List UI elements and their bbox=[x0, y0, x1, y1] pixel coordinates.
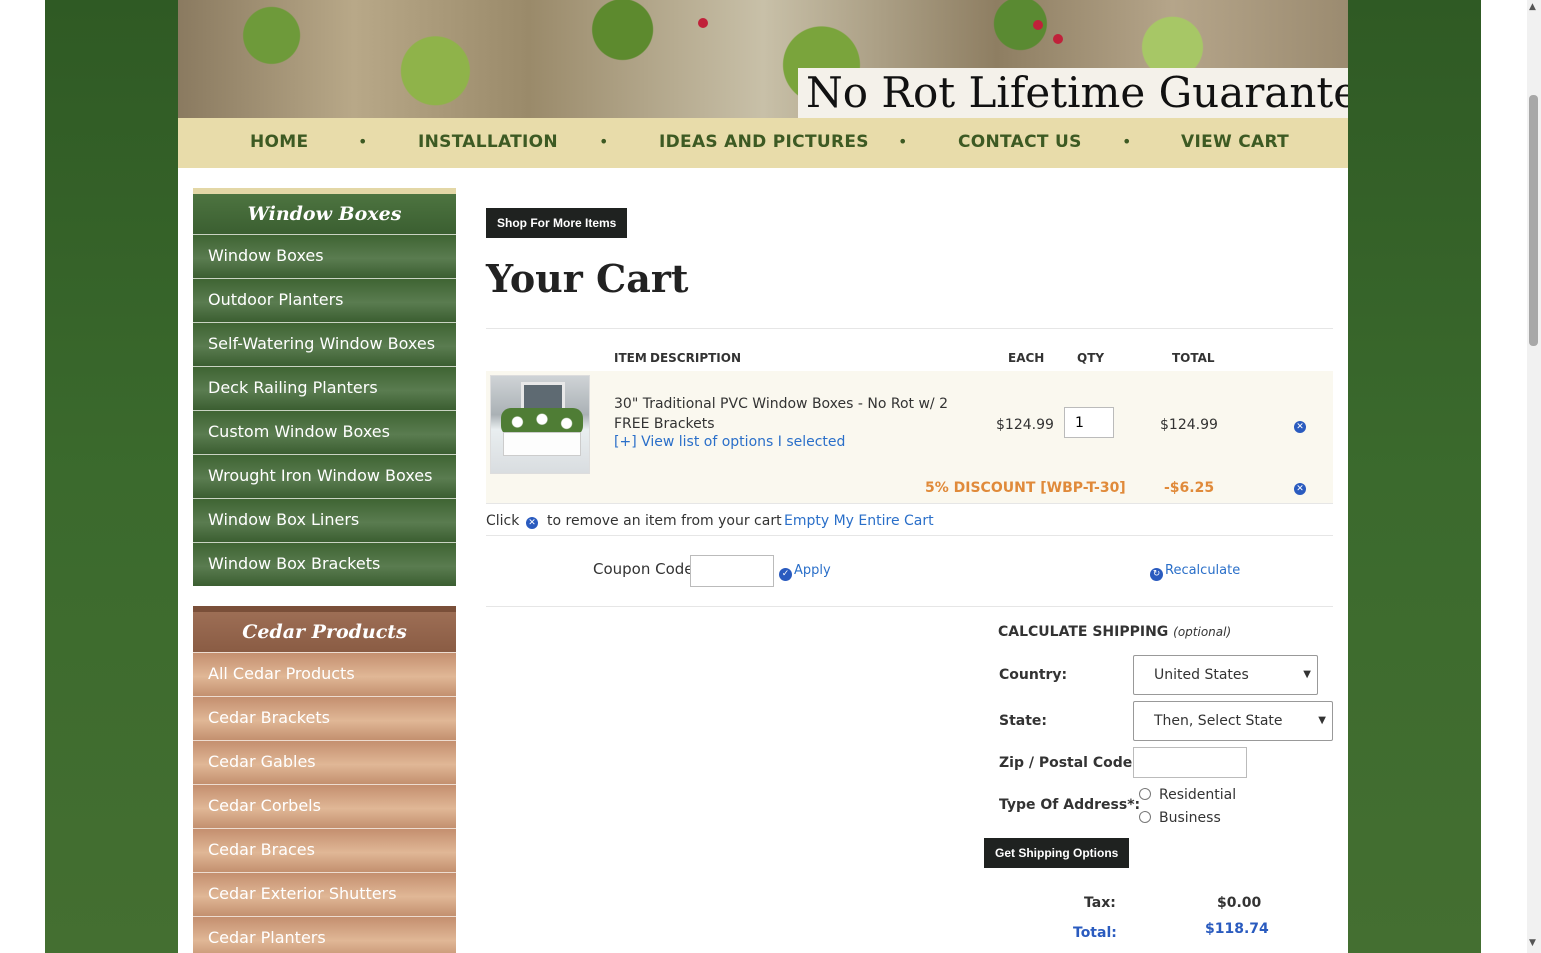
top-navigation: HOME • INSTALLATION • IDEAS AND PICTURES… bbox=[178, 118, 1348, 168]
flower-decoration bbox=[698, 18, 708, 28]
column-header-qty: QTY bbox=[1077, 351, 1105, 365]
chevron-down-icon: ▼ bbox=[1303, 669, 1311, 680]
remove-note-suffix: to remove an item from your cart bbox=[547, 513, 782, 529]
radio-button[interactable] bbox=[1139, 788, 1151, 800]
radio-business-label: Business bbox=[1159, 810, 1221, 826]
divider bbox=[486, 535, 1333, 536]
remove-note-prefix: Click bbox=[486, 513, 520, 529]
sidebar-item-cedar-gables[interactable]: Cedar Gables bbox=[193, 740, 456, 784]
total-value: $118.74 bbox=[1205, 921, 1269, 937]
radio-residential-label: Residential bbox=[1159, 787, 1237, 803]
nav-separator: • bbox=[599, 132, 609, 151]
sidebar-item-deck-railing[interactable]: Deck Railing Planters bbox=[193, 366, 456, 410]
quantity-input[interactable] bbox=[1064, 407, 1114, 438]
sidebar-item-self-watering[interactable]: Self-Watering Window Boxes bbox=[193, 322, 456, 366]
column-header-item: ITEM bbox=[614, 351, 647, 365]
sidebar-item-cedar-brackets[interactable]: Cedar Brackets bbox=[193, 696, 456, 740]
divider bbox=[486, 328, 1333, 329]
get-shipping-options-button[interactable]: Get Shipping Options bbox=[984, 838, 1130, 868]
nav-ideas-and-pictures[interactable]: IDEAS AND PICTURES bbox=[659, 132, 869, 152]
nav-separator: • bbox=[898, 132, 908, 151]
column-header-description: DESCRIPTION bbox=[650, 351, 742, 365]
sidebar-item-liners[interactable]: Window Box Liners bbox=[193, 498, 456, 542]
discount-amount: -$6.25 bbox=[1164, 480, 1215, 496]
remove-discount-icon[interactable]: ✕ bbox=[1294, 483, 1306, 495]
zip-input[interactable] bbox=[1133, 747, 1247, 778]
discount-label: 5% DISCOUNT [WBP-T-30] bbox=[925, 480, 1126, 496]
sidebar-item-cedar-shutters[interactable]: Cedar Exterior Shutters bbox=[193, 872, 456, 916]
shop-more-button[interactable]: Shop For More Items bbox=[486, 208, 628, 238]
sidebar-item-cedar-braces[interactable]: Cedar Braces bbox=[193, 828, 456, 872]
page-background-right bbox=[1348, 0, 1481, 953]
item-total-price: $124.99 bbox=[1160, 417, 1218, 433]
radio-business[interactable]: Business bbox=[1139, 810, 1221, 826]
product-thumbnail[interactable] bbox=[490, 375, 590, 474]
sidebar-item-cedar-corbels[interactable]: Cedar Corbels bbox=[193, 784, 456, 828]
shipping-title: CALCULATE SHIPPING (optional) bbox=[998, 624, 1231, 640]
recalculate-button[interactable]: ↻ Recalculate bbox=[1150, 563, 1240, 581]
sidebar-item-all-cedar[interactable]: All Cedar Products bbox=[193, 652, 456, 696]
nav-view-cart[interactable]: VIEW CART bbox=[1181, 132, 1289, 152]
check-icon: ✓ bbox=[779, 568, 792, 581]
scrollbar-thumb[interactable] bbox=[1529, 95, 1538, 346]
radio-button[interactable] bbox=[1139, 811, 1151, 823]
sidebar-heading-cedar: Cedar Products bbox=[193, 606, 456, 652]
sidebar-item-outdoor-planters[interactable]: Outdoor Planters bbox=[193, 278, 456, 322]
state-value: Then, Select State bbox=[1154, 713, 1283, 729]
divider bbox=[486, 503, 1333, 504]
page-background-left bbox=[45, 0, 178, 953]
sidebar-item-cedar-planters[interactable]: Cedar Planters bbox=[193, 916, 456, 953]
remove-item-icon[interactable]: ✕ bbox=[1294, 421, 1306, 433]
nav-contact-us[interactable]: CONTACT US bbox=[958, 132, 1082, 152]
apply-label: Apply bbox=[794, 563, 831, 578]
page-title: Your Cart bbox=[486, 256, 689, 301]
view-options-link[interactable]: [+] View list of options I selected bbox=[614, 434, 845, 450]
page-container: No Rot Lifetime Guaranteed! HOME • INSTA… bbox=[178, 0, 1348, 953]
coupon-label: Coupon Code: bbox=[593, 560, 699, 578]
radio-residential[interactable]: Residential bbox=[1139, 787, 1236, 803]
empty-cart-link[interactable]: Empty My Entire Cart bbox=[784, 513, 934, 529]
country-value: United States bbox=[1154, 667, 1249, 683]
item-description: 30" Traditional PVC Window Boxes - No Ro… bbox=[614, 396, 949, 432]
coupon-input[interactable] bbox=[690, 555, 774, 587]
column-header-total: TOTAL bbox=[1172, 351, 1215, 365]
nav-home[interactable]: HOME bbox=[250, 132, 308, 152]
sidebar-item-wrought-iron[interactable]: Wrought Iron Window Boxes bbox=[193, 454, 456, 498]
address-type-label: Type Of Address*: bbox=[999, 797, 1141, 813]
sidebar-heading-window-boxes: Window Boxes bbox=[193, 188, 456, 234]
scroll-up-arrow-icon[interactable]: ▲ bbox=[1529, 2, 1536, 12]
recalculate-label: Recalculate bbox=[1165, 563, 1241, 578]
refresh-icon: ↻ bbox=[1150, 568, 1163, 581]
scroll-down-arrow-icon[interactable]: ▼ bbox=[1529, 938, 1536, 948]
nav-separator: • bbox=[1122, 132, 1132, 151]
shipping-title-text: CALCULATE SHIPPING bbox=[998, 624, 1169, 640]
state-select[interactable]: Then, Select State ▼ bbox=[1133, 701, 1333, 741]
tax-label: Tax: bbox=[1084, 895, 1116, 911]
country-select[interactable]: United States ▼ bbox=[1133, 655, 1318, 695]
flower-decoration bbox=[1053, 34, 1063, 44]
item-each-price: $124.99 bbox=[996, 417, 1054, 433]
header-banner: No Rot Lifetime Guaranteed! bbox=[178, 0, 1348, 118]
zip-label: Zip / Postal Code: bbox=[999, 755, 1138, 771]
column-header-each: EACH bbox=[1008, 351, 1045, 365]
page-margin-right bbox=[1481, 0, 1527, 953]
shipping-title-note: (optional) bbox=[1173, 625, 1232, 639]
divider bbox=[486, 606, 1333, 607]
total-label: Total: bbox=[1073, 925, 1117, 941]
remove-example-icon: ✕ bbox=[526, 517, 538, 529]
banner-tagline: No Rot Lifetime Guaranteed! bbox=[798, 68, 1348, 118]
sidebar-item-brackets[interactable]: Window Box Brackets bbox=[193, 542, 456, 586]
nav-installation[interactable]: INSTALLATION bbox=[418, 132, 558, 152]
chevron-down-icon: ▼ bbox=[1318, 715, 1326, 726]
apply-coupon-button[interactable]: ✓ Apply bbox=[779, 563, 831, 581]
thumbnail-box bbox=[503, 432, 581, 456]
sidebar-item-window-boxes[interactable]: Window Boxes bbox=[193, 234, 456, 278]
sidebar: Window Boxes Window Boxes Outdoor Plante… bbox=[193, 188, 456, 953]
nav-separator: • bbox=[358, 132, 368, 151]
country-label: Country: bbox=[999, 667, 1068, 683]
flower-decoration bbox=[1033, 20, 1043, 30]
state-label: State: bbox=[999, 713, 1048, 729]
tax-value: $0.00 bbox=[1217, 895, 1262, 911]
sidebar-item-custom[interactable]: Custom Window Boxes bbox=[193, 410, 456, 454]
